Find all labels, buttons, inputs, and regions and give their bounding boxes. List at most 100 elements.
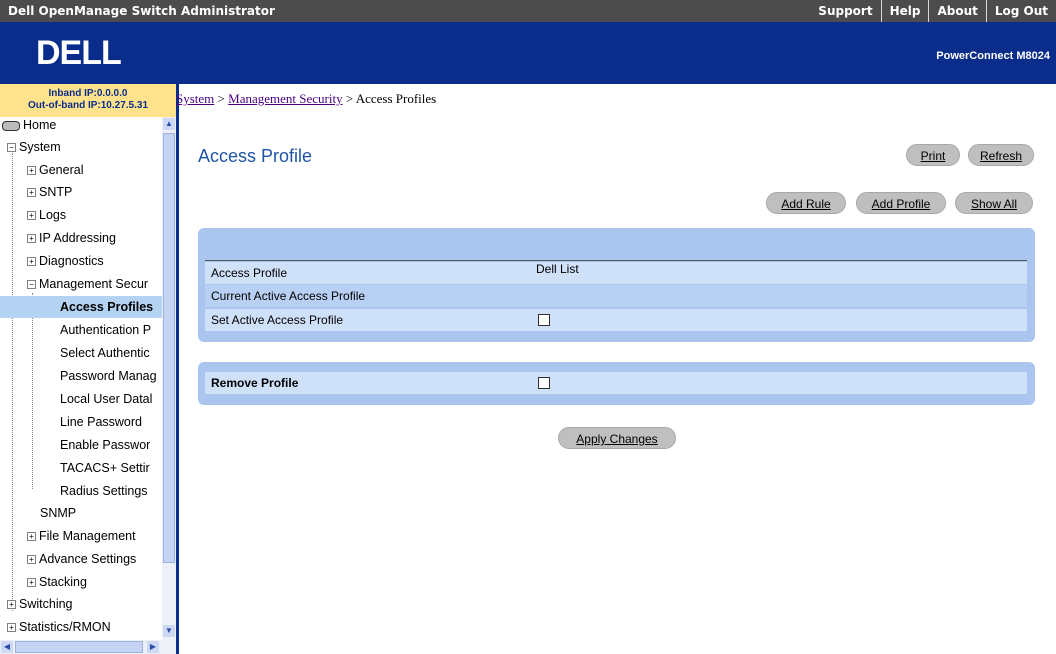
tree-label: Line Password (60, 415, 142, 429)
expand-icon[interactable]: + (7, 600, 16, 610)
tree-label: File Management (39, 529, 136, 543)
tree-item-snmp[interactable]: SNMP (40, 502, 76, 524)
tree-item-statistics-rmon[interactable]: + Statistics/RMON (7, 616, 111, 638)
logout-link[interactable]: Log Out (985, 0, 1056, 22)
breadcrumb-separator: > (342, 91, 356, 106)
tree-label: Switching (19, 597, 73, 611)
nav-tree: Home − System + General + SNTP + Logs + IP Ad… (0, 117, 162, 640)
scroll-thumb[interactable] (163, 133, 175, 563)
scroll-thumb[interactable] (15, 641, 143, 653)
breadcrumb-system-link[interactable]: System (176, 91, 214, 106)
print-button[interactable]: Print (906, 144, 960, 166)
tree-label: Logs (39, 208, 67, 222)
tree-item-local-user-database[interactable]: Local User Datal (60, 388, 152, 410)
tree-item-logs[interactable]: + Logs (27, 204, 66, 226)
remove-profile-checkbox[interactable] (538, 377, 550, 389)
tree-label: Management Secur (39, 277, 149, 291)
app-title: Dell OpenManage Switch Administrator (8, 4, 275, 18)
expand-icon[interactable]: + (27, 166, 36, 176)
tree-item-system[interactable]: − System (7, 136, 61, 158)
tree-label: Local User Datal (60, 392, 153, 406)
home-icon (2, 120, 20, 131)
collapse-icon[interactable]: − (7, 143, 16, 153)
expand-icon[interactable]: + (27, 555, 36, 565)
ip-info: Inband IP:0.0.0.0 Out-of-band IP:10.27.5… (0, 84, 176, 117)
current-active-label: Current Active Access Profile (211, 289, 366, 303)
scroll-up-icon[interactable]: ▲ (163, 118, 175, 130)
set-active-checkbox[interactable] (538, 314, 550, 326)
expand-icon[interactable]: + (27, 211, 36, 221)
tree-label: Select Authentic (60, 346, 150, 360)
tree-label: TACACS+ Settir (60, 461, 150, 475)
sidebar-border (176, 84, 179, 654)
add-profile-button[interactable]: Add Profile (856, 192, 946, 214)
breadcrumb-management-security-link[interactable]: Management Security (228, 91, 342, 106)
support-link[interactable]: Support (810, 0, 880, 22)
tree-item-sntp[interactable]: + SNTP (27, 181, 72, 203)
tree-guide-line (12, 153, 13, 611)
dell-logo: DELL (36, 34, 122, 70)
scroll-right-icon[interactable]: ▶ (147, 641, 159, 653)
show-all-button[interactable]: Show All (955, 192, 1033, 214)
expand-icon[interactable]: + (27, 532, 36, 542)
tree-item-password-management[interactable]: Password Manag (60, 365, 157, 387)
tree-item-enable-password[interactable]: Enable Passwor (60, 434, 150, 456)
tree-item-diagnostics[interactable]: + Diagnostics (27, 250, 104, 272)
tree-label: IP Addressing (39, 231, 116, 245)
access-profile-row: Access Profile Dell List (205, 262, 1027, 284)
tree-item-file-management[interactable]: + File Management (27, 525, 136, 547)
tree-item-general[interactable]: + General (27, 159, 83, 181)
tree-item-home[interactable]: Home (2, 117, 56, 136)
tree-label: Access Profiles (60, 300, 154, 314)
top-bar: Dell OpenManage Switch Administrator Sup… (0, 0, 1056, 22)
sidebar-horizontal-scrollbar[interactable]: ◀ ▶ (0, 640, 176, 654)
expand-icon[interactable]: + (7, 623, 16, 633)
expand-icon[interactable]: + (27, 578, 36, 588)
tree-label: Enable Passwor (60, 438, 151, 452)
model-name: PowerConnect M8024 (936, 50, 1050, 62)
current-active-row: Current Active Access Profile (205, 285, 1027, 307)
tree-item-tacacs-settings[interactable]: TACACS+ Settir (60, 457, 150, 479)
scroll-down-icon[interactable]: ▼ (163, 625, 175, 637)
tree-item-line-password[interactable]: Line Password (60, 411, 142, 433)
apply-changes-button[interactable]: Apply Changes (558, 427, 676, 449)
tree-label: Diagnostics (39, 254, 104, 268)
tree-item-stacking[interactable]: + Stacking (27, 571, 87, 593)
sidebar-vertical-scrollbar[interactable]: ▲ ▼ (162, 117, 176, 640)
tree-label: SNMP (40, 506, 77, 520)
expand-icon[interactable]: + (27, 188, 36, 198)
set-active-label: Set Active Access Profile (211, 313, 344, 327)
tree-item-management-security[interactable]: − Management Secur (27, 273, 148, 295)
expand-icon[interactable]: + (27, 234, 36, 244)
access-profile-label: Access Profile (211, 266, 288, 280)
tree-item-ip-addressing[interactable]: + IP Addressing (27, 227, 116, 249)
remove-profile-label: Remove Profile (211, 376, 299, 390)
scroll-left-icon[interactable]: ◀ (1, 641, 13, 653)
set-active-row: Set Active Access Profile (205, 309, 1027, 331)
help-link[interactable]: Help (880, 0, 929, 22)
breadcrumb-separator: > (214, 91, 229, 106)
tree-label: SNTP (39, 185, 73, 199)
breadcrumb: System > Management Security > Access Pr… (176, 91, 436, 107)
tree-label: System (19, 140, 61, 154)
tree-item-access-profiles[interactable]: Access Profiles (0, 296, 162, 318)
inband-ip: Inband IP:0.0.0.0 (48, 88, 128, 99)
refresh-button[interactable]: Refresh (968, 144, 1034, 166)
expand-icon[interactable]: + (27, 257, 36, 267)
tree-label: Radius Settings (60, 484, 148, 498)
panel-divider (205, 260, 1027, 261)
tree-label: Advance Settings (39, 552, 137, 566)
oob-ip: Out-of-band IP:10.27.5.31 (27, 100, 149, 111)
banner: DELL PowerConnect M8024 (0, 22, 1056, 84)
tree-label: Password Manag (60, 369, 157, 383)
tree-item-authentication[interactable]: Authentication P (60, 319, 151, 341)
dell-logo-text: DELL (36, 34, 121, 70)
tree-item-switching[interactable]: + Switching (7, 593, 73, 615)
tree-item-advance-settings[interactable]: + Advance Settings (27, 548, 136, 570)
about-link[interactable]: About (928, 0, 985, 22)
tree-label: Stacking (39, 575, 87, 589)
collapse-icon[interactable]: − (27, 280, 36, 290)
add-rule-button[interactable]: Add Rule (766, 192, 846, 214)
tree-item-radius-settings[interactable]: Radius Settings (60, 480, 148, 502)
tree-item-select-authentication[interactable]: Select Authentic (60, 342, 150, 364)
